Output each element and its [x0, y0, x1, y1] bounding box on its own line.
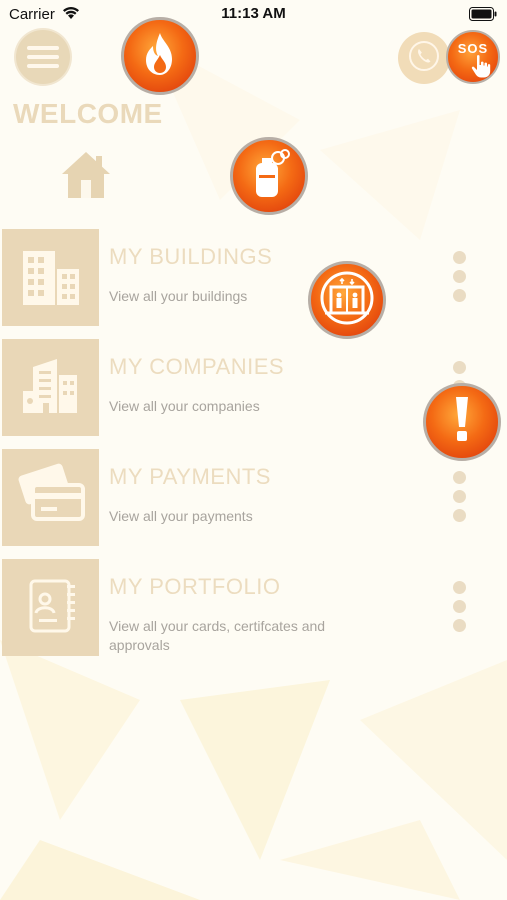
exclamation-icon [452, 395, 472, 450]
menu-item-my-buildings[interactable]: MY BUILDINGS View all your buildings [0, 229, 507, 339]
company-icon [19, 353, 83, 422]
menu-item-title: MY PAYMENTS [109, 464, 271, 489]
home-icon[interactable] [60, 150, 112, 205]
clock-time: 11:13 AM [221, 5, 286, 22]
welcome-title: WELCOME [13, 98, 163, 129]
gas-cylinder-icon [247, 148, 291, 204]
row-thumbnail [2, 339, 99, 436]
menu-item-title: MY COMPANIES [109, 354, 285, 379]
menu-item-title: MY PORTFOLIO [109, 574, 281, 599]
phone-call-button[interactable] [398, 32, 450, 84]
menu-item-my-payments[interactable]: MY PAYMENTS View all your payments [0, 449, 507, 559]
battery-icon [469, 7, 497, 26]
fire-emergency-button[interactable] [121, 17, 199, 95]
menu-list: MY BUILDINGS View all your buildings MY … [0, 229, 507, 669]
menu-item-subtitle: View all your companies [109, 398, 260, 414]
row-thumbnail [2, 449, 99, 546]
row-thumbnail [2, 559, 99, 656]
more-options-icon[interactable] [453, 471, 467, 522]
menu-item-title: MY BUILDINGS [109, 244, 273, 269]
menu-item-my-portfolio[interactable]: MY PORTFOLIO View all your cards, certif… [0, 559, 507, 669]
hand-pointer-icon [470, 54, 492, 83]
status-bar: Carrier 11:13 AM [0, 0, 507, 28]
sos-button[interactable]: SOS [446, 30, 500, 84]
menu-item-subtitle: View all your payments [109, 508, 253, 524]
payment-cards-icon [15, 463, 87, 532]
hamburger-menu-icon[interactable] [16, 30, 70, 84]
elevator-emergency-button[interactable] [308, 261, 386, 339]
more-options-icon[interactable] [453, 251, 467, 302]
alert-emergency-button[interactable] [423, 383, 501, 461]
gas-leak-emergency-button[interactable] [230, 137, 308, 215]
buildings-icon [19, 243, 83, 312]
elevator-icon [319, 270, 375, 331]
menu-item-subtitle: View all your cards, certifcates and app… [109, 618, 326, 653]
row-thumbnail [2, 229, 99, 326]
portfolio-icon [19, 573, 83, 642]
phone-icon [408, 40, 440, 77]
flame-icon [140, 31, 180, 82]
more-options-icon[interactable] [453, 581, 467, 632]
